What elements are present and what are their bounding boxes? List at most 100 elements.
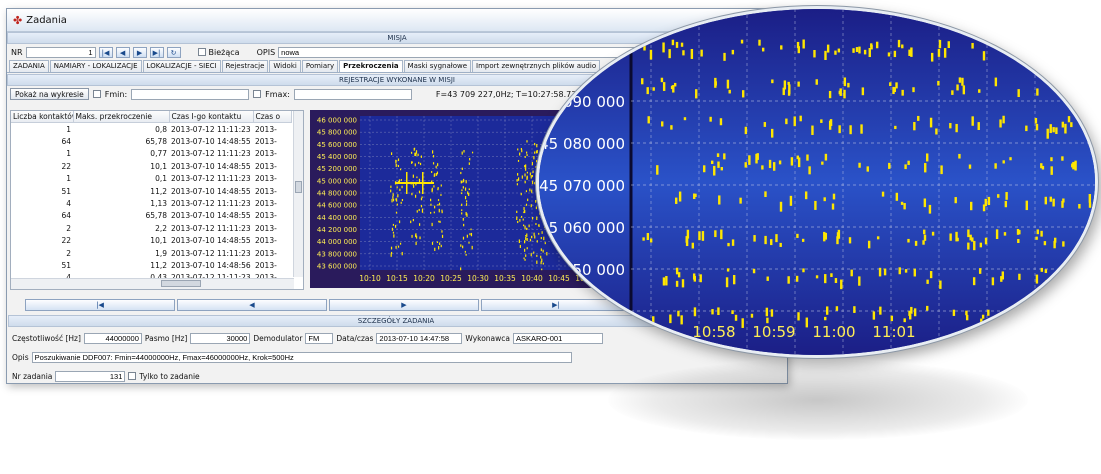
- horizontal-scroll-thumb[interactable]: [161, 280, 201, 287]
- signal-mark: [440, 194, 442, 196]
- table-cell: 1,9: [155, 248, 167, 258]
- signal-mark: [530, 253, 532, 257]
- task-nr-input[interactable]: [55, 370, 126, 382]
- signal-mark: [744, 126, 748, 135]
- bottom-next-button[interactable]: ▶: [329, 299, 479, 311]
- signal-mark: [439, 242, 441, 245]
- fmin-checkbox[interactable]: [92, 90, 101, 98]
- table-vertical-scrollbar[interactable]: [293, 111, 303, 277]
- table-row[interactable]: 1 0,8 2013-07-12 11:11:23 2013-: [11, 123, 291, 136]
- bottom-first-button[interactable]: |◀: [25, 299, 175, 311]
- signal-mark: [796, 233, 799, 238]
- table-row[interactable]: 2 2,2 2013-07-12 11:11:23 2013-: [11, 222, 291, 234]
- signal-mark: [467, 191, 469, 195]
- signal-mark: [535, 150, 538, 154]
- fmax-checkbox[interactable]: [253, 90, 262, 98]
- executor-input[interactable]: [513, 332, 603, 344]
- table-row[interactable]: 1 0,1 2013-07-12 11:11:23 2013-: [11, 173, 291, 185]
- freq-input[interactable]: [83, 332, 142, 344]
- signal-mark: [914, 240, 918, 246]
- fmax-input[interactable]: [293, 88, 412, 100]
- signal-mark: [396, 203, 398, 206]
- signal-mark: [529, 172, 531, 176]
- signal-mark: [814, 200, 817, 210]
- table-row[interactable]: 1 0,77 2013-07-12 11:11:23 2013-: [11, 148, 291, 160]
- only-this-task-checkbox[interactable]: [128, 372, 137, 380]
- tab-1[interactable]: NAMIARY - LOKALIZACJE: [49, 60, 142, 72]
- fmin-input[interactable]: [131, 88, 250, 100]
- signal-mark: [396, 182, 434, 184]
- column-header[interactable]: Maks. przekroczenie: [73, 111, 170, 123]
- nav-first-button[interactable]: |◀: [98, 46, 113, 58]
- nav-last-button[interactable]: ▶|: [149, 46, 164, 58]
- signal-mark: [867, 240, 871, 249]
- table-row[interactable]: 4 1,13 2013-07-12 11:11:23 2013-: [11, 197, 291, 209]
- y-tick-label: 43 600 000: [317, 263, 357, 271]
- signal-mark: [399, 168, 402, 171]
- refresh-button[interactable]: ↻: [166, 46, 181, 58]
- signal-mark: [519, 244, 521, 248]
- tab-5[interactable]: Pomiary: [301, 60, 339, 72]
- demod-input[interactable]: [305, 332, 334, 344]
- signal-mark: [903, 203, 906, 210]
- vertical-scroll-thumb[interactable]: [295, 181, 302, 193]
- signal-mark: [1064, 123, 1067, 134]
- signal-mark: [913, 268, 916, 277]
- nav-prev-button[interactable]: ◀: [115, 46, 130, 58]
- signal-mark: [824, 316, 827, 321]
- signal-mark: [681, 279, 685, 288]
- signal-mark: [1074, 160, 1077, 171]
- tab-2[interactable]: LOKALIZACJE - SIECI: [142, 60, 221, 72]
- signal-mark: [860, 124, 863, 134]
- signal-mark: [528, 224, 530, 228]
- signal-mark: [419, 162, 422, 166]
- signal-mark: [420, 197, 423, 201]
- table-cell: 0,8: [155, 124, 167, 134]
- bottom-prev-button[interactable]: ◀: [177, 299, 327, 311]
- column-header[interactable]: Czas o: [253, 111, 292, 123]
- signal-mark: [887, 52, 891, 57]
- signal-mark: [524, 258, 526, 261]
- table-row[interactable]: 64 65,78 2013-07-10 14:48:55 2013-: [11, 135, 291, 147]
- table-row[interactable]: 2 1,9 2013-07-12 11:11:23 2013-: [11, 247, 291, 259]
- signal-mark: [517, 173, 519, 176]
- bottom-last-button[interactable]: ▶|: [481, 299, 631, 311]
- signal-mark: [399, 242, 402, 245]
- signal-mark: [962, 85, 966, 95]
- tab-7[interactable]: Maski sygnałowe: [403, 60, 472, 72]
- signal-mark: [430, 198, 432, 202]
- nr-input[interactable]: [25, 46, 96, 58]
- tab-0[interactable]: ZADANIA: [9, 60, 49, 72]
- pasmo-input[interactable]: [190, 332, 251, 344]
- tab-8[interactable]: Import zewnętrznych plików audio: [472, 60, 601, 72]
- table-row[interactable]: 51 11,2 2013-07-10 14:48:56 2013-: [11, 259, 291, 271]
- signal-mark: [994, 77, 998, 87]
- signal-mark: [787, 81, 790, 85]
- signal-mark: [1005, 39, 1008, 44]
- nav-next-button[interactable]: ▶: [132, 46, 147, 58]
- description-input[interactable]: [31, 351, 572, 363]
- table-horizontal-scrollbar[interactable]: [11, 278, 294, 289]
- column-header[interactable]: Czas I-go kontaktu: [169, 111, 254, 123]
- tab-3[interactable]: Rejestracje: [221, 60, 269, 72]
- biezaca-checkbox[interactable]: [197, 48, 206, 56]
- table-row[interactable]: 51 11,2 2013-07-10 14:48:55 2013-: [11, 185, 291, 197]
- signal-mark: [682, 50, 685, 56]
- table-row[interactable]: 22 10,1 2013-07-10 14:48:55 2013-: [11, 160, 291, 172]
- column-header[interactable]: Liczba kontaktów: [11, 111, 74, 123]
- signal-mark: [801, 238, 805, 242]
- table-row[interactable]: 64 65,78 2013-07-10 14:48:55 2013-: [11, 210, 291, 222]
- signal-mark: [530, 175, 532, 179]
- signal-mark: [1009, 157, 1012, 161]
- tab-6[interactable]: Przekroczenia: [339, 60, 403, 72]
- tab-4[interactable]: Widoki: [269, 60, 301, 72]
- date-input[interactable]: [376, 332, 463, 344]
- signal-mark: [897, 39, 901, 48]
- signal-mark: [544, 242, 546, 245]
- show-on-chart-button[interactable]: Pokaż na wykresie: [10, 88, 89, 100]
- signal-mark: [392, 193, 394, 197]
- signal-mark: [535, 206, 538, 210]
- table-row[interactable]: 22 10,1 2013-07-10 14:48:55 2013-: [11, 235, 291, 247]
- signal-mark: [725, 277, 729, 288]
- signal-mark: [670, 85, 674, 90]
